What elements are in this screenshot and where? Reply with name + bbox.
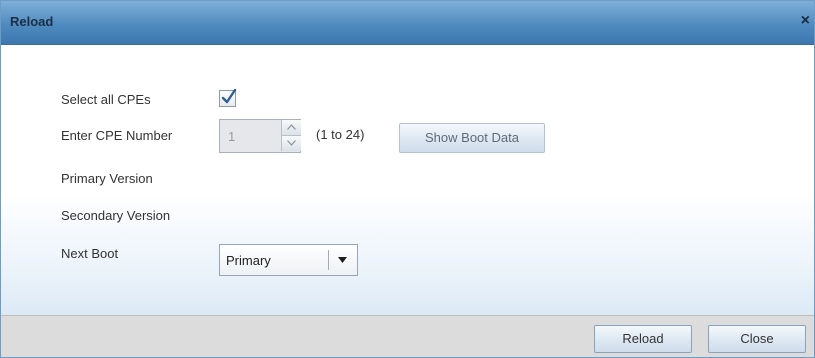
cpe-range-hint: (1 to 24) — [316, 127, 365, 142]
chevron-down-icon — [287, 140, 296, 146]
reload-button[interactable]: Reload — [594, 325, 692, 353]
next-boot-select[interactable]: Primary — [219, 244, 358, 276]
close-icon[interactable]: × — [801, 13, 810, 29]
cpe-number-label: Enter CPE Number — [61, 128, 173, 143]
cpe-number-input[interactable] — [220, 120, 280, 152]
stepper-up-button[interactable] — [281, 120, 301, 136]
select-all-cpes-label: Select all CPEs — [61, 92, 151, 107]
select-divider — [328, 250, 329, 270]
check-icon — [221, 89, 237, 104]
dialog-title: Reload — [10, 14, 54, 29]
reload-dialog: Reload × Select all CPEs Enter CPE Numbe… — [0, 0, 815, 358]
dialog-body: Select all CPEs Enter CPE Number (1 to 2… — [1, 45, 814, 315]
stepper-down-button[interactable] — [281, 136, 301, 151]
primary-version-label: Primary Version — [61, 171, 153, 186]
chevron-up-icon — [287, 124, 296, 130]
next-boot-value: Primary — [226, 253, 271, 268]
cpe-number-stepper — [219, 119, 301, 153]
close-button[interactable]: Close — [708, 325, 806, 353]
dialog-titlebar: Reload × — [1, 1, 814, 45]
dialog-footer: Reload Close — [1, 315, 814, 357]
next-boot-label: Next Boot — [61, 246, 119, 261]
show-boot-data-button[interactable]: Show Boot Data — [399, 123, 545, 153]
select-all-cpes-checkbox[interactable] — [219, 89, 237, 107]
caret-down-icon — [338, 257, 347, 263]
secondary-version-label: Secondary Version — [61, 208, 171, 223]
